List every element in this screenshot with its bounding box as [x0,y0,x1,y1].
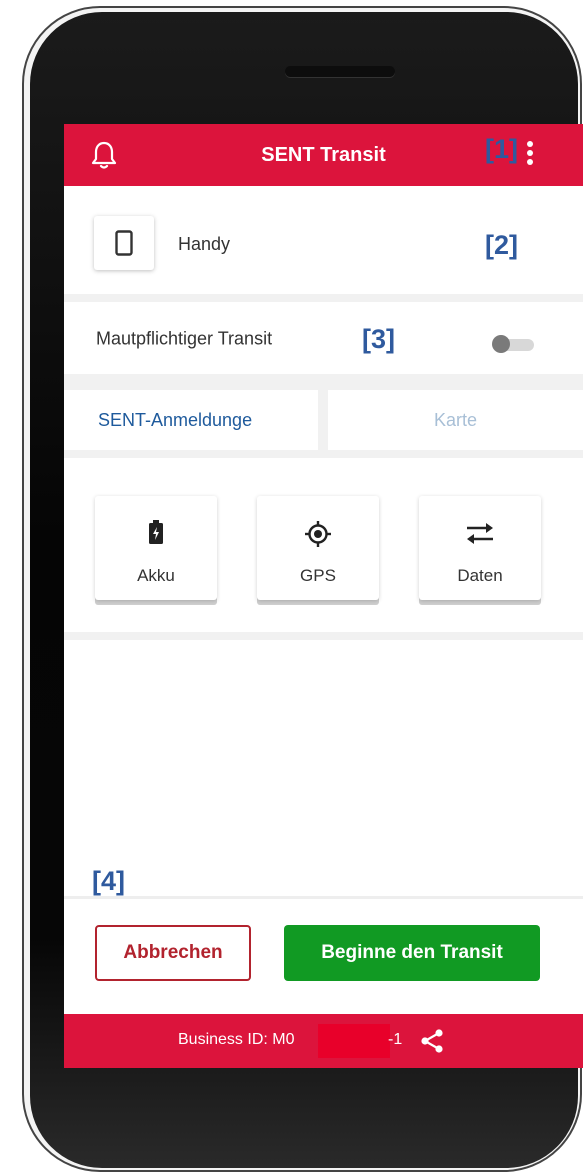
toll-transit-row: Mautpflichtiger Transit [3] [64,302,583,380]
share-icon[interactable] [420,1028,444,1054]
app-header: SENT Transit [1] [64,124,583,186]
device-icon-box [94,216,154,270]
start-transit-button[interactable]: Beginne den Transit [284,925,540,981]
tab-map[interactable]: Karte [328,390,583,450]
toll-transit-toggle[interactable] [492,335,536,353]
status-tile-battery[interactable]: Akku [95,496,217,600]
device-label: Handy [178,234,231,254]
business-id-label: Business ID: M0 [178,1031,295,1048]
annotation-marker-1: [1] [485,134,518,164]
tab-bar: SENT-Anmeldunge Karte [64,380,583,458]
data-transfer-icon [467,523,493,544]
business-id-suffix: -1 [388,1031,403,1048]
action-bar: Abbrechen Beginne den Transit [64,896,583,1014]
more-menu-icon[interactable] [524,138,536,174]
status-label-data: Daten [457,566,503,585]
status-tile-data[interactable]: Daten [419,496,541,600]
battery-icon [149,520,163,544]
status-label-battery: Akku [137,566,175,585]
status-tile-gps[interactable]: GPS [257,496,379,600]
phone-speaker [285,66,395,77]
app-screen: SENT Transit [1] Handy [2] Mautpflichtig… [64,124,583,1068]
annotation-marker-4: [4] [92,866,125,896]
cancel-button[interactable]: Abbrechen [95,925,251,981]
business-id-bar: Business ID: M0 -1 [64,1014,583,1068]
device-row[interactable]: Handy [2] [64,186,583,302]
toll-transit-label: Mautpflichtiger Transit [96,328,273,349]
tab-sent-registrations[interactable]: SENT-Anmeldunge [64,390,318,450]
annotation-marker-2: [2] [485,230,518,260]
annotation-marker-3: [3] [362,324,395,354]
gps-icon [305,521,331,547]
phone-icon [115,230,133,256]
status-tiles: Akku GPS Daten [64,458,583,640]
status-label-gps: GPS [300,566,336,585]
business-id-redaction [318,1024,390,1058]
